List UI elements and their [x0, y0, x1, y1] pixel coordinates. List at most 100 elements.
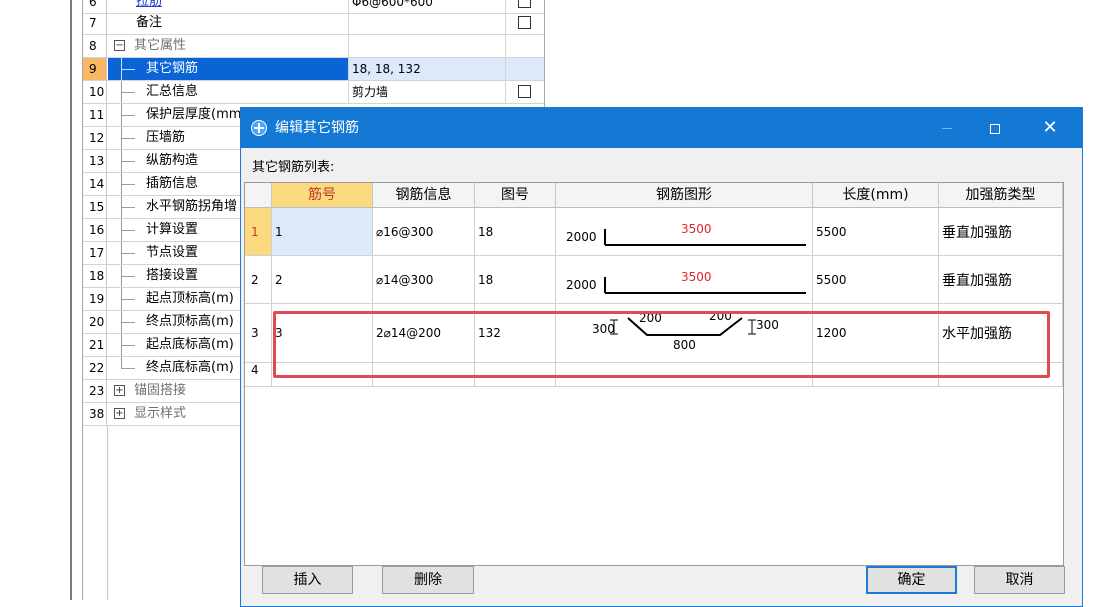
maximize-button[interactable]	[972, 108, 1018, 148]
column-header-figure-no[interactable]: 图号	[475, 183, 556, 208]
row-number: 12	[83, 127, 107, 149]
property-group-row[interactable]: 8 − 其它属性	[83, 35, 544, 58]
row-header[interactable]: 1	[245, 208, 272, 256]
row-number: 22	[83, 357, 107, 379]
row-number: 17	[83, 242, 107, 264]
property-label: 压墙筋	[146, 130, 186, 145]
expand-icon[interactable]: +	[114, 408, 125, 419]
ok-button[interactable]: 确定	[866, 566, 957, 594]
property-label: 终点顶标高(m)	[146, 314, 234, 329]
row-number: 14	[83, 173, 107, 195]
cell-reinforcement-type[interactable]: 垂直加强筋	[939, 256, 1063, 304]
property-label: 起点底标高(m)	[146, 337, 234, 352]
row-header[interactable]: 3	[245, 304, 272, 363]
tree-branch-icon	[121, 207, 135, 208]
cell-rebar-shape[interactable]: 2000 3500	[556, 256, 813, 304]
property-group-label: 显示样式	[134, 406, 187, 421]
row-number: 7	[83, 12, 107, 34]
cell-rebar-info[interactable]: ⌀14@300	[373, 256, 475, 304]
property-row-selected[interactable]: 9 其它钢筋 18, 18, 132	[83, 58, 544, 81]
property-label: 其它钢筋	[146, 61, 199, 76]
property-name: 汇总信息	[108, 81, 348, 103]
tree-branch-icon	[121, 253, 135, 254]
cell-length[interactable]: 5500	[813, 208, 939, 256]
row-number: 8	[83, 35, 107, 57]
cell-figure-no[interactable]: 18	[475, 256, 556, 304]
rebar-shape-drawing: 2000 3500	[566, 270, 806, 294]
shape-dim-top: 3500	[681, 222, 712, 236]
checkbox[interactable]	[518, 85, 531, 98]
row-number: 13	[83, 150, 107, 172]
dialog-title: 编辑其它钢筋	[275, 120, 359, 136]
cancel-button[interactable]: 取消	[974, 566, 1065, 594]
shape-dim-top: 3500	[681, 270, 712, 284]
cell-length[interactable]: 5500	[813, 256, 939, 304]
tree-branch-icon	[121, 92, 135, 93]
tree-branch-icon	[121, 368, 135, 369]
property-label: 水平钢筋拐角增	[146, 199, 238, 214]
cell-bar-no[interactable]: 1	[272, 208, 373, 256]
property-label: 计算设置	[146, 222, 199, 237]
property-value[interactable]: 剪力墙	[348, 81, 505, 103]
corner-header	[245, 183, 272, 208]
property-group[interactable]: − 其它属性	[108, 35, 348, 57]
cell-figure-no[interactable]: 18	[475, 208, 556, 256]
checkbox[interactable]	[518, 0, 531, 8]
tree-branch-icon	[121, 138, 135, 139]
row-number: 15	[83, 196, 107, 218]
cell-reinforcement-type[interactable]: 垂直加强筋	[939, 208, 1063, 256]
row-number: 20	[83, 311, 107, 333]
row-header[interactable]: 2	[245, 256, 272, 304]
shape-dim-left: 2000	[566, 230, 597, 244]
tree-branch-icon	[121, 276, 135, 277]
app-plus-icon	[251, 120, 267, 136]
maximize-icon	[990, 123, 1000, 134]
expand-icon[interactable]: +	[114, 385, 125, 396]
property-value[interactable]	[348, 12, 505, 34]
property-row[interactable]: 10 汇总信息 剪力墙	[83, 81, 544, 104]
cell-rebar-shape[interactable]: 2000 3500	[556, 208, 813, 256]
minimize-icon	[942, 128, 952, 129]
tree-branch-icon	[121, 345, 135, 346]
row-number: 10	[83, 81, 107, 103]
column-header-rebar-shape[interactable]: 钢筋图形	[556, 183, 813, 208]
collapse-icon[interactable]: −	[114, 40, 125, 51]
checkbox[interactable]	[518, 16, 531, 29]
row-header[interactable]: 4	[245, 363, 272, 387]
number-column-divider	[107, 426, 108, 600]
property-label: 保护层厚度(mm	[146, 107, 242, 122]
property-label: 插筋信息	[146, 176, 199, 191]
property-checkbox-cell	[505, 35, 544, 57]
property-checkbox-cell	[505, 58, 544, 80]
row-number: 16	[83, 219, 107, 241]
tree-branch-icon	[121, 230, 135, 231]
property-label: 起点顶标高(m)	[146, 291, 234, 306]
column-header-length[interactable]: 长度(mm)	[813, 183, 939, 208]
row-number: 11	[83, 104, 107, 126]
tree-branch-icon	[121, 184, 135, 185]
insert-button[interactable]: 插入	[262, 566, 353, 594]
column-header-rebar-info[interactable]: 钢筋信息	[373, 183, 475, 208]
row-number: 23	[83, 380, 107, 402]
property-name[interactable]: 其它钢筋	[108, 58, 348, 80]
highlight-annotation-box	[273, 311, 1050, 378]
cell-rebar-info[interactable]: ⌀16@300	[373, 208, 475, 256]
property-checkbox-cell[interactable]	[505, 12, 544, 34]
dialog-title-bar[interactable]: 编辑其它钢筋 ✕	[241, 108, 1082, 148]
minimize-button[interactable]	[924, 108, 970, 148]
property-name: 备注	[136, 15, 163, 30]
property-group-label: 其它属性	[134, 38, 187, 53]
column-header-bar-no[interactable]: 筋号	[272, 183, 373, 208]
window-edge	[70, 0, 72, 600]
row-number: 38	[83, 403, 107, 425]
property-row[interactable]: 7 备注	[83, 12, 544, 35]
delete-button[interactable]: 删除	[382, 566, 474, 594]
row-number: 19	[83, 288, 107, 310]
property-group-label: 锚固搭接	[134, 383, 187, 398]
row-number: 21	[83, 334, 107, 356]
property-checkbox-cell[interactable]	[505, 81, 544, 103]
column-header-reinforcement-type[interactable]: 加强筋类型	[939, 183, 1063, 208]
property-value[interactable]: 18, 18, 132	[348, 58, 505, 80]
cell-bar-no[interactable]: 2	[272, 256, 373, 304]
close-button[interactable]: ✕	[1027, 108, 1073, 148]
